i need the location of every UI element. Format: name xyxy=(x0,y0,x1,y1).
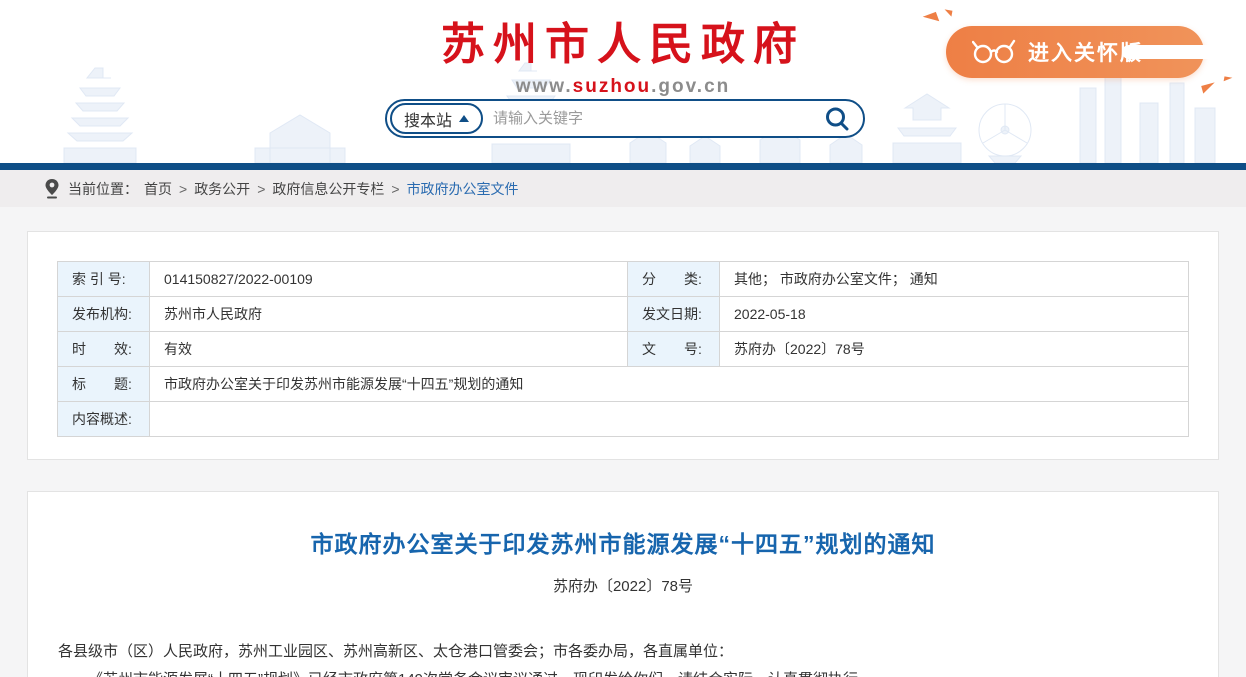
header-divider-bar xyxy=(0,163,1246,170)
meta-label-date: 发文日期: xyxy=(628,297,720,332)
meta-value-publisher: 苏州市人民政府 xyxy=(150,297,628,332)
url-suffix: .gov.cn xyxy=(651,76,730,97)
search-scope-label: 搜本站 xyxy=(404,107,452,131)
breadcrumb-item-current[interactable]: 市政府办公室文件 xyxy=(407,179,519,199)
care-mode-button[interactable]: 进入关怀版 xyxy=(946,26,1204,78)
url-brand: suzhou xyxy=(573,76,652,97)
search-icon[interactable] xyxy=(823,105,851,133)
site-url: www.suzhou.gov.cn xyxy=(0,76,1246,98)
breadcrumb-separator: > xyxy=(257,181,265,197)
meta-value-category: 其他； 市政府办公室文件； 通知 xyxy=(720,262,1189,297)
care-mode-area: 进入关怀版 xyxy=(946,26,1204,78)
breadcrumb-item-zwgk[interactable]: 政务公开 xyxy=(194,179,250,199)
table-row: 时 效: 有效 文 号: 苏府办〔2022〕78号 xyxy=(58,332,1189,367)
meta-value-validity: 有效 xyxy=(150,332,628,367)
table-row: 标 题: 市政府办公室关于印发苏州市能源发展“十四五”规划的通知 xyxy=(58,367,1189,402)
glasses-icon xyxy=(972,39,1016,65)
breadcrumb-separator: > xyxy=(391,181,399,197)
article-paragraph: 《苏州市能源发展“十四五”规划》已经市政府第149次常务会议审议通过，现印发给你… xyxy=(58,666,1188,677)
article-card: 市政府办公室关于印发苏州市能源发展“十四五”规划的通知 苏府办〔2022〕78号… xyxy=(27,491,1219,677)
document-meta-card: 索 引 号: 014150827/2022-00109 分 类: 其他； 市政府… xyxy=(27,231,1219,460)
breadcrumb-item-gkzl[interactable]: 政府信息公开专栏 xyxy=(272,179,384,199)
meta-label-title: 标 题: xyxy=(58,367,150,402)
table-row: 索 引 号: 014150827/2022-00109 分 类: 其他； 市政府… xyxy=(58,262,1189,297)
meta-value-date: 2022-05-18 xyxy=(720,297,1189,332)
meta-value-summary xyxy=(150,402,1189,437)
meta-value-title: 市政府办公室关于印发苏州市能源发展“十四五”规划的通知 xyxy=(150,367,1189,402)
sparkle-icon xyxy=(944,9,953,16)
search-input[interactable] xyxy=(483,110,823,127)
url-prefix: www. xyxy=(516,76,573,97)
article-doc-number: 苏府办〔2022〕78号 xyxy=(58,575,1188,596)
article-body: 各县级市（区）人民政府，苏州工业园区、苏州高新区、太仓港口管委会；市各委办局，各… xyxy=(58,638,1188,677)
search-scope-dropdown[interactable]: 搜本站 xyxy=(390,103,483,134)
meta-label-validity: 时 效: xyxy=(58,332,150,367)
meta-label-summary: 内容概述: xyxy=(58,402,150,437)
meta-label-index: 索 引 号: xyxy=(58,262,150,297)
breadcrumb-item-home[interactable]: 首页 xyxy=(144,179,172,199)
meta-value-index: 014150827/2022-00109 xyxy=(150,262,628,297)
search-bar: 搜本站 xyxy=(385,99,865,138)
site-header: 苏州市人民政府 www.suzhou.gov.cn 搜本站 进入关怀 xyxy=(0,0,1246,163)
map-pin-icon xyxy=(44,178,60,199)
table-row: 内容概述: xyxy=(58,402,1189,437)
breadcrumb-label: 当前位置： xyxy=(68,179,138,199)
table-row: 发布机构: 苏州市人民政府 发文日期: 2022-05-18 xyxy=(58,297,1189,332)
meta-label-category: 分 类: xyxy=(628,262,720,297)
meta-value-docnum: 苏府办〔2022〕78号 xyxy=(720,332,1189,367)
meta-label-publisher: 发布机构: xyxy=(58,297,150,332)
page-title: 市政府办公室关于印发苏州市能源发展“十四五”规划的通知 xyxy=(58,525,1188,559)
document-meta-table: 索 引 号: 014150827/2022-00109 分 类: 其他； 市政府… xyxy=(57,261,1189,437)
breadcrumb: 当前位置： 首页 > 政务公开 > 政府信息公开专栏 > 市政府办公室文件 xyxy=(0,170,1246,207)
care-button-notch-decoration xyxy=(1122,45,1232,59)
breadcrumb-separator: > xyxy=(179,181,187,197)
triangle-up-icon xyxy=(459,115,469,122)
meta-label-docnum: 文 号: xyxy=(628,332,720,367)
article-paragraph: 各县级市（区）人民政府，苏州工业园区、苏州高新区、太仓港口管委会；市各委办局，各… xyxy=(58,638,1188,666)
